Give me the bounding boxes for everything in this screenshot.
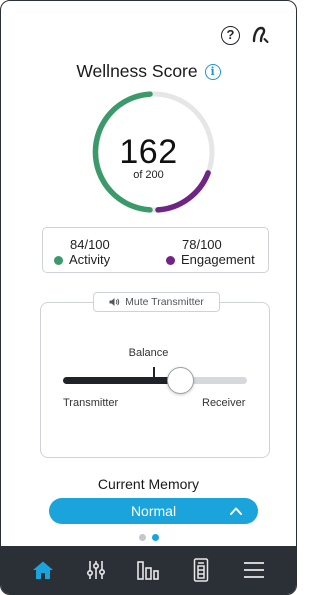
remote-control-icon [193,558,209,582]
title-row: Wellness Score i [1,61,296,82]
home-icon [33,561,54,579]
hearing-aid-icon[interactable] [250,25,270,45]
page-title: Wellness Score [76,61,198,81]
balance-center-tick [153,367,155,377]
score-max: of 200 [133,169,164,181]
balance-slider-fill[interactable] [63,377,179,384]
mute-transmitter-button[interactable]: Mute Transmitter [93,292,220,312]
current-memory-label: Current Memory [97,476,200,492]
page-indicator [1,534,296,541]
balance-slider-thumb[interactable] [167,367,194,394]
receiver-label: Receiver [202,397,246,409]
stats-box: 84/100 Activity 78/100 Engagement [42,227,269,273]
activity-stat: 84/100 Activity [54,237,110,268]
engagement-stat: 78/100 Engagement [166,237,255,268]
balance-label: Balance [128,347,169,359]
nav-adjust[interactable] [82,556,110,584]
transmitter-label: Transmitter [63,397,119,409]
menu-icon [243,562,264,578]
mute-transmitter-label: Mute Transmitter [125,296,204,308]
sliders-icon [86,561,105,579]
chevron-up-icon [230,507,242,515]
speaker-icon [109,298,120,306]
nav-menu[interactable] [240,556,268,584]
help-icon[interactable]: ? [221,25,240,45]
page-dot-active[interactable] [151,534,159,541]
score-value: 162 [119,133,178,171]
info-icon[interactable]: i [204,63,221,80]
memory-select[interactable]: Normal [49,498,258,524]
nav-home[interactable] [29,556,57,584]
app-screen: ? Wellness Score i 162 of 200 84/100 Act… [0,0,297,595]
bottom-nav [1,546,296,594]
bar-chart-icon [137,561,160,580]
activity-label: Activity [69,252,111,267]
activity-value: 84/100 [70,237,110,252]
engagement-dot-icon [166,255,175,265]
activity-dot-icon [54,255,63,265]
memory-selected-value: Normal [130,503,177,519]
top-icons: ? [221,25,270,45]
nav-remote[interactable] [187,556,215,584]
nav-stats[interactable] [134,556,162,584]
engagement-value: 78/100 [182,237,222,252]
page-dot[interactable] [138,534,146,541]
engagement-label: Engagement [181,252,255,267]
